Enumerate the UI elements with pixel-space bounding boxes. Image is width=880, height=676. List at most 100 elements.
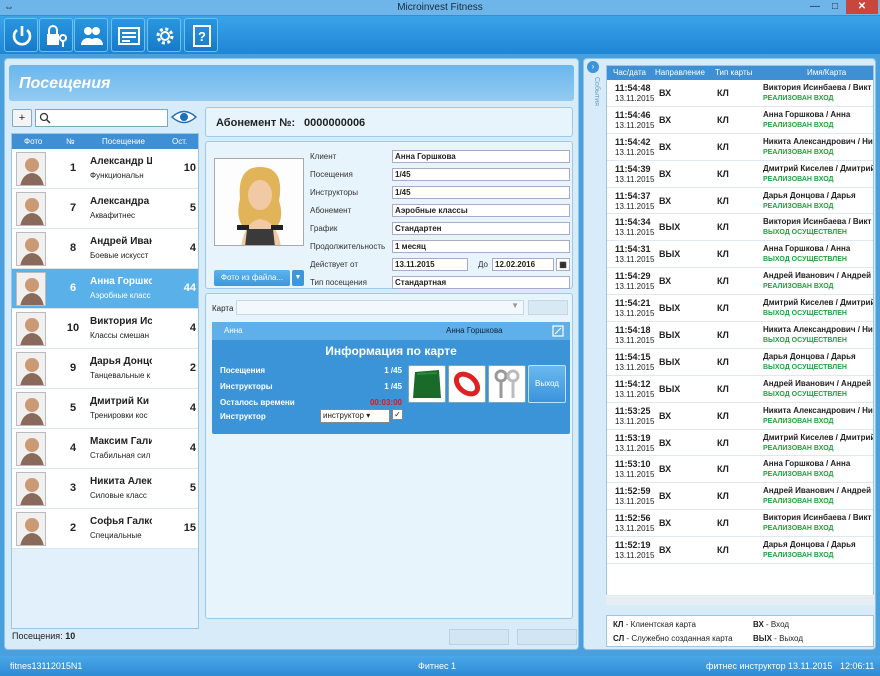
event-date: 13.11.2015 <box>615 551 655 561</box>
legend-client-card: КЛ - Клиентская карта <box>613 620 696 629</box>
event-row[interactable]: 11:54:42 13.11.2015 ВХ КЛ Никита Александров… <box>607 134 873 161</box>
event-name: Дмитрий Киселев / Дмитрий <box>763 432 874 442</box>
keys-icon <box>494 369 520 398</box>
client-name: Софья Галко <box>90 516 152 527</box>
card-icon <box>118 27 140 45</box>
exit-button[interactable]: Выход <box>528 365 566 403</box>
event-status: РЕАЛИЗОВАН ВХОД <box>763 175 834 183</box>
client-field[interactable]: Анна Горшкова <box>392 150 570 163</box>
visits-field[interactable]: 1/45 <box>392 168 570 181</box>
client-row[interactable]: 8 Андрей Иван Боевые искусст 4 <box>12 229 198 269</box>
client-row[interactable]: 6 Анна Горшко Аэробные класс 44 <box>12 269 198 309</box>
towel-item[interactable] <box>408 365 446 403</box>
event-row[interactable]: 11:53:19 13.11.2015 ВХ КЛ Дмитрий Киселев / … <box>607 430 873 457</box>
event-name: Никита Александрович / Ни <box>763 136 873 146</box>
card-owner-first-name: Анна <box>224 326 243 335</box>
event-row[interactable]: 11:54:15 13.11.2015 ВЫХ КЛ Дарья Донцова / Д… <box>607 349 873 376</box>
events-horizontal-scrollbar[interactable] <box>606 595 874 605</box>
save-button[interactable] <box>449 629 509 645</box>
settings-button[interactable] <box>147 18 181 52</box>
event-status: РЕАЛИЗОВАН ВХОД <box>763 417 834 425</box>
instructors-field[interactable]: 1/45 <box>392 186 570 199</box>
keys-item[interactable] <box>488 365 526 403</box>
event-time: 11:54:37 <box>615 190 651 201</box>
instructor-select[interactable]: инструктор ▾ <box>320 409 390 423</box>
event-row[interactable]: 11:54:46 13.11.2015 ВХ КЛ Анна Горшкова / Ан… <box>607 107 873 134</box>
client-row[interactable]: 5 Дмитрий Ки Тренировки кос 4 <box>12 389 198 429</box>
status-time: 12:06:11 <box>840 661 875 671</box>
client-row[interactable]: 10 Виктория Ис Классы смешан 4 <box>12 309 198 349</box>
client-name: Александра <box>90 196 150 207</box>
help-button[interactable]: ? <box>184 18 218 52</box>
card-select[interactable]: ▼ <box>236 300 524 315</box>
event-name: Никита Александрович / Ни <box>763 325 873 335</box>
event-direction: ВХ <box>659 141 672 152</box>
event-row[interactable]: 11:52:59 13.11.2015 ВХ КЛ Андрей Иванович / … <box>607 483 873 511</box>
search-input[interactable] <box>35 109 168 127</box>
event-row[interactable]: 11:54:21 13.11.2015 ВЫХ КЛ Дмитрий Киселев /… <box>607 295 873 323</box>
event-date: 13.11.2015 <box>615 174 655 184</box>
duration-field[interactable]: 1 месяц <box>392 240 570 253</box>
security-button[interactable] <box>39 18 73 52</box>
valid-to-field[interactable]: 12.02.2016 <box>492 258 554 271</box>
photo-from-file-button[interactable]: Фото из файла... <box>214 270 290 286</box>
duration-label: Продолжительность <box>310 242 386 251</box>
client-row[interactable]: 3 Никита Алек Силовые класс 5 <box>12 469 198 509</box>
cards-button[interactable] <box>111 18 145 52</box>
instructor-checkbox[interactable]: ✓ <box>392 409 403 420</box>
client-avatar <box>16 512 46 546</box>
event-row[interactable]: 11:54:29 13.11.2015 ВХ КЛ Андрей Иванович / … <box>607 268 873 296</box>
card-action-button[interactable] <box>528 300 568 315</box>
event-card-type: КЛ <box>717 356 729 367</box>
schedule-field[interactable]: Стандартен <box>392 222 570 235</box>
event-row[interactable]: 11:54:12 13.11.2015 ВЫХ КЛ Андрей Иванович /… <box>607 376 873 403</box>
eye-icon[interactable] <box>171 109 197 125</box>
event-row[interactable]: 11:54:37 13.11.2015 ВХ КЛ Дарья Донцова / Да… <box>607 188 873 215</box>
schedule-label: График <box>310 224 338 233</box>
maximize-button[interactable]: □ <box>826 0 844 14</box>
event-row[interactable]: 11:54:34 13.11.2015 ВЫХ КЛ Виктория Исинбаев… <box>607 214 873 242</box>
client-label: Клиент <box>310 152 337 161</box>
legend-vh-code: ВХ <box>753 620 764 629</box>
event-row[interactable]: 11:54:18 13.11.2015 ВЫХ КЛ Никита Александро… <box>607 322 873 349</box>
legend-entry: ВХ - Вход <box>753 620 789 629</box>
client-row[interactable]: 1 Александр Ш Функциональн 10 <box>12 149 198 189</box>
time-left-label: Осталось времени <box>220 398 295 407</box>
event-row[interactable]: 11:54:48 13.11.2015 ВХ КЛ Виктория Исинбаева… <box>607 80 873 107</box>
collapse-events-button[interactable]: › <box>587 61 599 73</box>
clients-button[interactable] <box>74 18 108 52</box>
event-row[interactable]: 11:52:19 13.11.2015 ВХ КЛ Дарья Донцова / Да… <box>607 537 873 565</box>
event-row[interactable]: 11:54:39 13.11.2015 ВХ КЛ Дмитрий Киселев / … <box>607 161 873 188</box>
client-row[interactable]: 9 Дарья Донцо Танцевальные к 2 <box>12 349 198 389</box>
subscription-type-field[interactable]: Аэробные классы <box>392 204 570 217</box>
visit-type-field[interactable]: Стандартная <box>392 276 570 289</box>
event-name: Дарья Донцова / Дарья <box>763 351 856 361</box>
event-status: РЕАЛИЗОВАН ВХОД <box>763 121 834 129</box>
cancel-button[interactable] <box>517 629 577 645</box>
event-direction: ВЫХ <box>659 383 681 394</box>
client-row[interactable]: 4 Максим Гали Стабильная сил 4 <box>12 429 198 469</box>
help-icon: ? <box>193 25 211 47</box>
valid-from-field[interactable]: 13.11.2015 <box>392 258 468 271</box>
photo-dropdown-button[interactable]: ▼ <box>292 270 304 286</box>
edit-icon[interactable] <box>552 325 564 337</box>
client-row[interactable]: 7 Александра Аквафитнес 5 <box>12 189 198 229</box>
col-remain: Ост. <box>172 137 188 146</box>
event-date: 13.11.2015 <box>615 228 655 238</box>
event-row[interactable]: 11:53:10 13.11.2015 ВХ КЛ Анна Горшкова / Ан… <box>607 456 873 484</box>
event-row[interactable]: 11:54:31 13.11.2015 ВЫХ КЛ Анна Горшкова / А… <box>607 241 873 269</box>
close-button[interactable]: ✕ <box>846 0 878 14</box>
towel-icon <box>413 370 441 398</box>
event-row[interactable]: 11:52:56 13.11.2015 ВХ КЛ Виктория Исинбаева… <box>607 510 873 538</box>
add-button[interactable]: + <box>12 109 32 127</box>
minimize-button[interactable]: — <box>806 0 824 14</box>
event-row[interactable]: 11:53:25 13.11.2015 ВХ КЛ Никита Александров… <box>607 403 873 430</box>
wristband-item[interactable] <box>448 365 486 403</box>
client-row[interactable]: 2 Софья Галко Специальные 15 <box>12 509 198 549</box>
event-direction: ВХ <box>659 168 672 179</box>
event-date: 13.11.2015 <box>615 120 655 130</box>
event-date: 13.11.2015 <box>615 362 655 372</box>
power-button[interactable] <box>4 18 38 52</box>
client-remaining: 10 <box>183 162 196 174</box>
calendar-button[interactable]: ▦ <box>556 258 570 271</box>
